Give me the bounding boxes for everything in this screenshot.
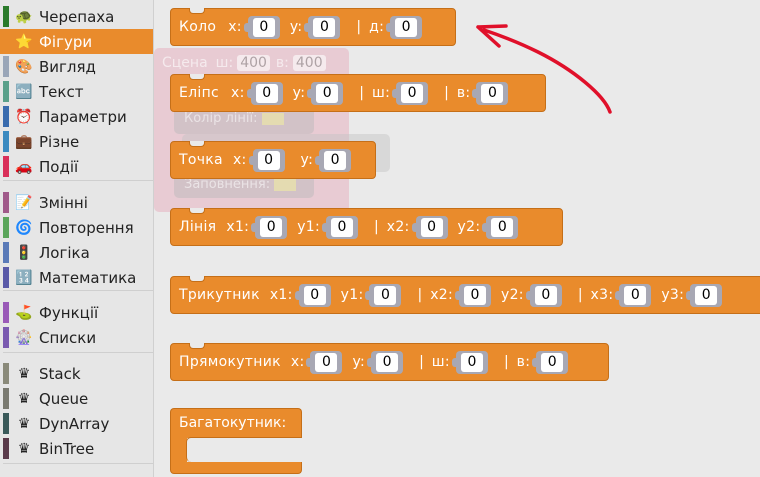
category-label: Логіка	[39, 243, 90, 262]
loop-icon: 🌀	[15, 219, 33, 236]
turtle-icon: 🐢	[15, 8, 33, 25]
category-label: Текст	[39, 82, 84, 101]
category-color-bar	[3, 106, 9, 127]
category-item-15[interactable]: ♛ DynArray	[0, 411, 153, 436]
category-color-bar	[3, 81, 9, 102]
category-item-3[interactable]: 🔤 Текст	[0, 79, 153, 104]
category-item-5[interactable]: 💼 Різне	[0, 129, 153, 154]
shapes-icon: ⭐	[15, 33, 33, 50]
crown-icon: ♛	[17, 440, 31, 457]
category-item-7[interactable]: 📝 Змінні	[0, 190, 153, 215]
category-label: BinTree	[39, 439, 95, 458]
category-color-bar	[3, 192, 9, 213]
traffic-light-icon: 🚦	[15, 244, 33, 261]
category-color-bar	[3, 327, 9, 348]
category-item-10[interactable]: 🔢 Математика	[0, 265, 153, 290]
category-item-4[interactable]: ⏰ Параметри	[0, 104, 153, 129]
crown-icon: ♛	[17, 390, 31, 407]
palette-icon: 🎨	[15, 58, 33, 75]
arrow-line	[482, 28, 612, 114]
category-item-0[interactable]: 🐢 Черепаха	[0, 4, 153, 29]
category-item-13[interactable]: ♛ Stack	[0, 361, 153, 386]
category-color-bar	[3, 363, 9, 384]
car-icon: 🚗	[15, 158, 33, 175]
category-label: Змінні	[39, 193, 88, 212]
alarm-clock-icon: ⏰	[15, 108, 33, 125]
category-item-12[interactable]: 🎡 Списки	[0, 325, 153, 350]
category-color-bar	[3, 6, 9, 27]
category-sidebar: 🐢 Черепаха ⭐ Фігури 🎨 Вигляд 🔤 Текст ⏰ Параметри 💼…	[0, 0, 154, 477]
category-item-16[interactable]: ♛ BinTree	[0, 436, 153, 461]
red-arrow-annotation	[476, 24, 612, 114]
category-color-bar	[3, 302, 9, 323]
category-label: Події	[39, 157, 79, 176]
category-label: Повторення	[39, 218, 134, 237]
category-separator	[3, 352, 153, 353]
category-label: Параметри	[39, 107, 127, 126]
numbers-icon: 🔢	[15, 269, 33, 286]
category-item-1[interactable]: ⭐ Фігури	[0, 29, 153, 54]
category-color-bar	[3, 156, 9, 177]
category-item-8[interactable]: 🌀 Повторення	[0, 215, 153, 240]
category-label: Математика	[39, 268, 137, 287]
category-separator	[3, 180, 153, 181]
category-label: Черепаха	[39, 7, 115, 26]
category-item-11[interactable]: ⛳ Функції	[0, 300, 153, 325]
category-item-14[interactable]: ♛ Queue	[0, 386, 153, 411]
category-item-9[interactable]: 🚦 Логіка	[0, 240, 153, 265]
category-color-bar	[3, 413, 9, 434]
category-separator	[3, 290, 153, 291]
category-color-bar	[3, 388, 9, 409]
category-label: DynArray	[39, 414, 110, 433]
category-item-6[interactable]: 🚗 Події	[0, 154, 153, 179]
category-separator	[3, 463, 153, 464]
category-color-bar	[3, 31, 9, 52]
category-color-bar	[3, 56, 9, 77]
category-label: Вигляд	[39, 57, 96, 76]
category-label: Списки	[39, 328, 97, 347]
category-color-bar	[3, 267, 9, 288]
category-label: Queue	[39, 389, 89, 408]
category-color-bar	[3, 217, 9, 238]
ferris-wheel-icon: 🎡	[15, 329, 33, 346]
text-abc-icon: 🔤	[15, 83, 33, 100]
pencil-note-icon: 📝	[15, 194, 33, 211]
blocks-workspace[interactable]: Сцена ш: 400 в: 400 Колір лінії: Заповне…	[154, 0, 760, 477]
category-label: Фігури	[39, 32, 93, 51]
golf-flag-icon: ⛳	[15, 304, 33, 321]
category-color-bar	[3, 131, 9, 152]
category-label: Функції	[39, 303, 99, 322]
crown-icon: ♛	[17, 415, 31, 432]
crown-icon: ♛	[17, 365, 31, 382]
category-color-bar	[3, 438, 9, 459]
briefcase-icon: 💼	[15, 133, 33, 150]
category-label: Різне	[39, 132, 80, 151]
category-color-bar	[3, 242, 9, 263]
category-label: Stack	[39, 364, 81, 383]
category-item-2[interactable]: 🎨 Вигляд	[0, 54, 153, 79]
